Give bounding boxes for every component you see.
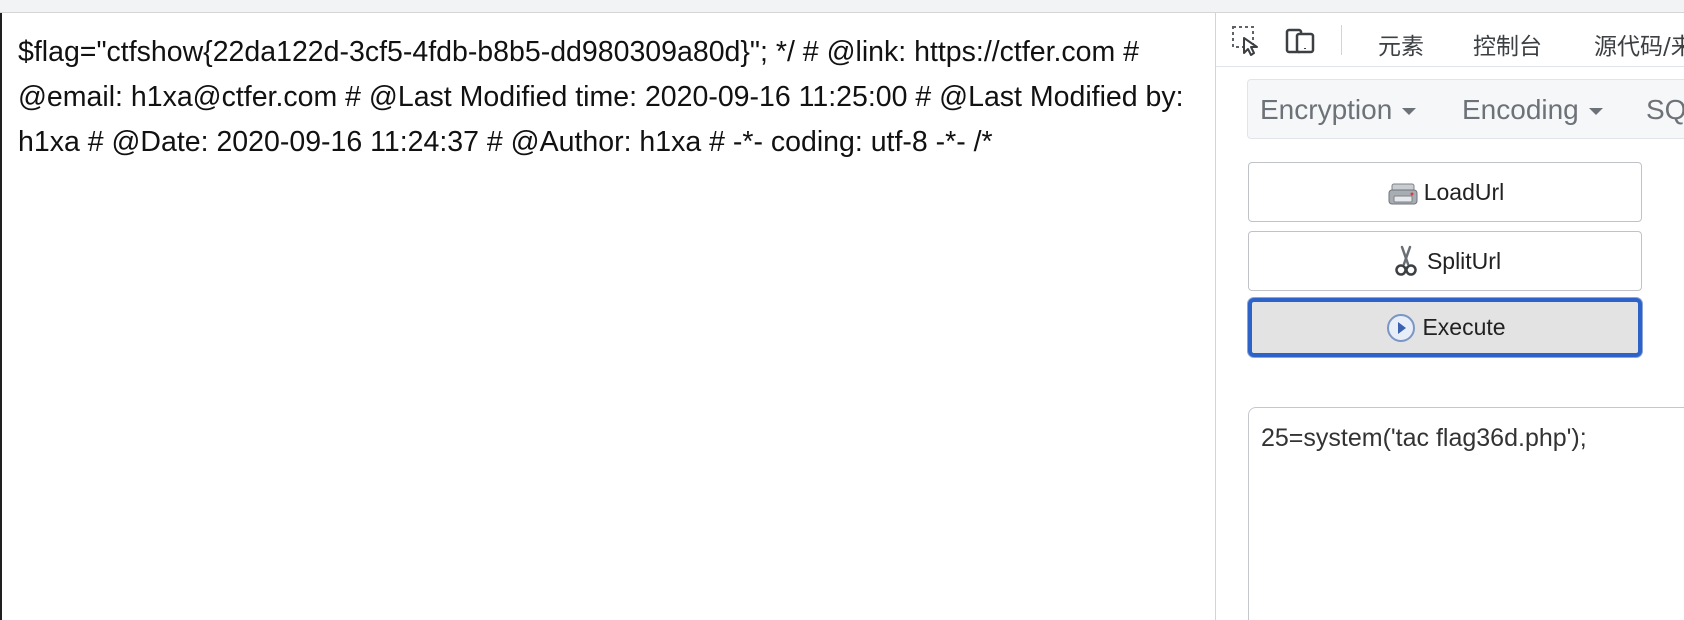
flag-output-text: $flag="ctfshow{22da122d-3cf5-4fdb-b8b5-d… [18,36,1184,158]
split-url-button[interactable]: SplitUrl [1248,231,1642,291]
element-picker-icon[interactable] [1230,24,1262,56]
menu-encoding-label: Encoding [1462,94,1579,125]
split-url-label: SplitUrl [1426,247,1502,274]
menu-encoding[interactable]: Encoding [1462,94,1603,126]
post-data-textarea[interactable]: 25=system('tac flag36d.php'); [1248,407,1684,620]
web-page-content: $flag="ctfshow{22da122d-3cf5-4fdb-b8b5-d… [2,13,1215,620]
hackbar-menu-bar: Encryption Encoding SQ [1247,79,1684,139]
menu-sql[interactable]: SQ [1646,94,1684,126]
toolbar-divider [1341,25,1342,55]
tab-elements[interactable]: 元素 [1378,27,1424,61]
devtools-toolbar: 元素 控制台 源代码/来 [1216,13,1684,67]
chevron-down-icon [1588,108,1603,116]
play-icon [1387,313,1416,342]
execute-button[interactable]: Execute [1248,298,1642,357]
devtools-panel: 元素 控制台 源代码/来 Encryption Encoding SQ Load… [1215,13,1684,620]
load-url-button[interactable]: LoadUrl [1248,162,1642,222]
load-url-label: LoadUrl [1423,178,1505,205]
load-url-icon [1388,183,1418,205]
device-toolbar-icon[interactable] [1284,24,1316,56]
menu-encryption-label: Encryption [1260,94,1393,125]
tab-console[interactable]: 控制台 [1473,27,1542,61]
execute-label: Execute [1422,314,1506,340]
browser-top-strip [0,0,1684,13]
scissors-icon [1395,245,1417,276]
chevron-down-icon [1402,108,1417,116]
tab-sources[interactable]: 源代码/来 [1594,27,1684,61]
menu-encryption[interactable]: Encryption [1260,94,1417,126]
